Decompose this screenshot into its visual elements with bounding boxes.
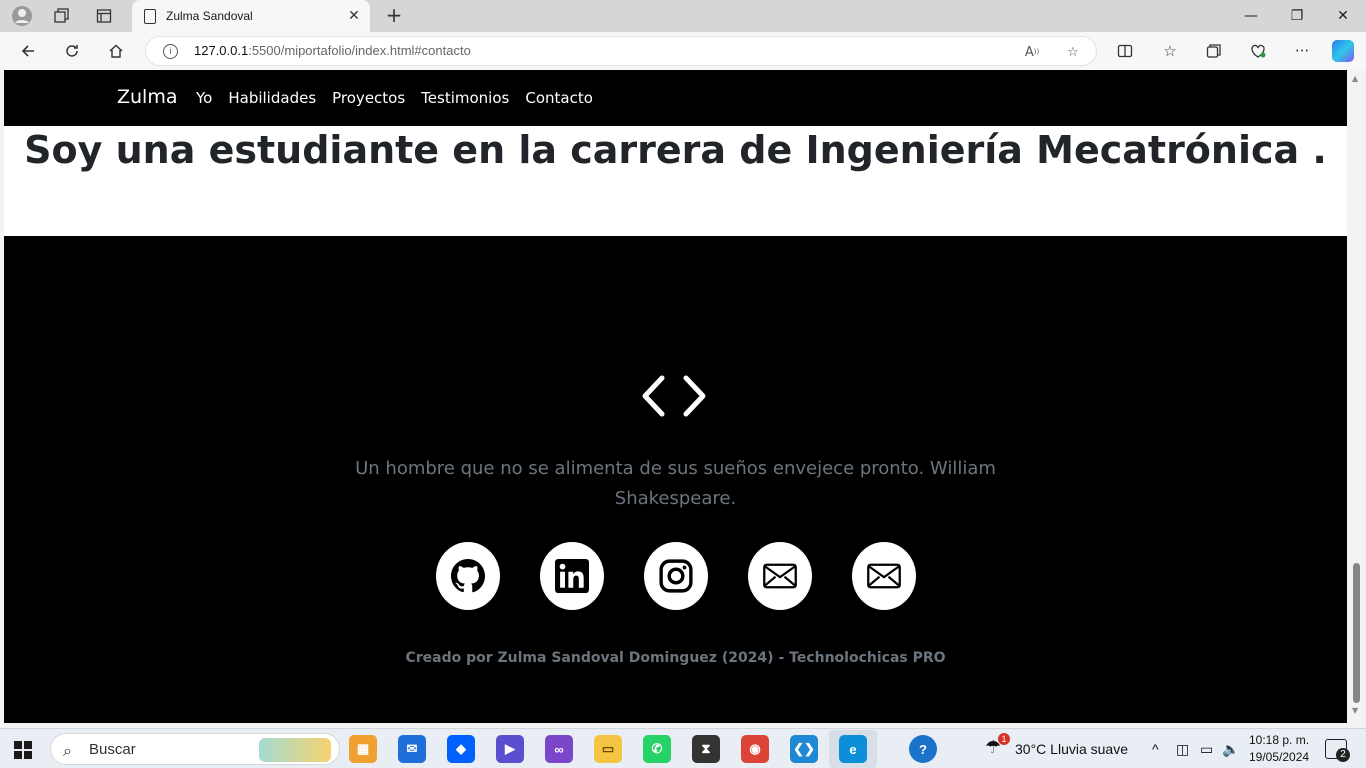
copilot-icon[interactable] — [1332, 40, 1354, 62]
search-highlight-icon — [259, 738, 331, 762]
scroll-up-icon[interactable]: ▲ — [1352, 74, 1358, 83]
code-brackets-icon — [642, 375, 706, 417]
page-favicon-icon — [144, 8, 156, 24]
url-text[interactable]: 127.0.0.1:5500/miportafolio/index.html#c… — [194, 43, 471, 58]
windows-taskbar: ⌕ Buscar ▦ ✉ ◆ ▶ ∞ ▭ ✆ ⧗ ◉ ❮❯ e ? ☂ 1 30… — [0, 728, 1366, 768]
home-icon[interactable] — [102, 38, 130, 64]
page-scrollbar[interactable]: ▲ ▼ — [1347, 70, 1366, 723]
tab-strip: Zulma Sandoval ✕ + — ❐ ✕ — [0, 0, 1366, 32]
media-player-icon[interactable]: ▶ — [496, 735, 524, 763]
instagram-link[interactable] — [644, 542, 708, 610]
taskbar-clock[interactable]: 10:18 p. m. 19/05/2024 — [1249, 732, 1309, 766]
mail-icon[interactable]: ✉ — [398, 735, 426, 763]
footer-credit: Creado por Zulma Sandoval Dominguez (202… — [405, 650, 946, 666]
close-window-icon[interactable]: ✕ — [1320, 0, 1366, 32]
browser-toolbar: i 127.0.0.1:5500/miportafolio/index.html… — [0, 32, 1366, 70]
footer-quote: Un hombre que no se alimenta de sus sueñ… — [355, 458, 996, 509]
refresh-icon[interactable] — [58, 38, 86, 64]
weather-text[interactable]: 30°C Lluvia suave — [1015, 741, 1128, 757]
chrome-icon[interactable]: ◉ — [741, 735, 769, 763]
notification-count: 2 — [1336, 748, 1350, 762]
unknown-app-icon[interactable]: ⧗ — [692, 735, 720, 763]
battery-icon[interactable]: ▭ — [1200, 741, 1213, 758]
scrollbar-thumb[interactable] — [1353, 563, 1360, 703]
email-icon — [763, 563, 797, 589]
favorite-star-icon[interactable]: ☆ — [1063, 42, 1083, 62]
site-info-icon[interactable]: i — [163, 44, 178, 59]
visual-studio-icon[interactable]: ∞ — [545, 735, 573, 763]
close-tab-icon[interactable]: ✕ — [346, 8, 362, 24]
search-icon: ⌕ — [63, 741, 72, 760]
weather-badge: 1 — [998, 733, 1010, 745]
nav-link-contacto[interactable]: Contacto — [525, 89, 593, 107]
linkedin-icon — [555, 559, 589, 593]
vscode-icon[interactable]: ❮❯ — [790, 735, 818, 763]
more-options-icon[interactable]: ··· — [1290, 40, 1314, 62]
favorites-icon[interactable]: ☆ — [1158, 40, 1182, 62]
split-screen-icon[interactable] — [1113, 40, 1137, 62]
address-bar[interactable]: i 127.0.0.1:5500/miportafolio/index.html… — [145, 36, 1097, 66]
dropbox-icon[interactable]: ◆ — [447, 735, 475, 763]
page-headline: Soy una estudiante en la carrera de Inge… — [24, 128, 1327, 172]
site-brand[interactable]: Zulma — [117, 86, 178, 108]
nav-link-yo[interactable]: Yo — [196, 89, 212, 107]
collections-icon[interactable] — [1202, 40, 1226, 62]
page-viewport: Zulma Yo Habilidades Proyectos Testimoni… — [4, 70, 1347, 723]
get-help-icon[interactable]: ? — [909, 735, 937, 763]
read-aloud-icon[interactable]: A)) — [1022, 42, 1042, 62]
site-navbar: Zulma Yo Habilidades Proyectos Testimoni… — [4, 70, 1347, 126]
taskbar-search[interactable]: ⌕ Buscar — [50, 733, 340, 765]
nav-links: Yo Habilidades Proyectos Testimonios Con… — [196, 89, 593, 107]
edge-icon[interactable]: e — [839, 735, 867, 763]
camera-icon[interactable]: ◫ — [1176, 741, 1189, 758]
email-link-secondary[interactable] — [852, 542, 916, 610]
tab-actions-icon[interactable] — [92, 4, 116, 28]
site-footer: Un hombre que no se alimenta de sus sueñ… — [4, 236, 1347, 723]
social-links — [436, 542, 916, 610]
nav-link-proyectos[interactable]: Proyectos — [332, 89, 405, 107]
tab-title: Zulma Sandoval — [166, 9, 253, 23]
browser-essentials-icon[interactable] — [1246, 40, 1270, 62]
github-link[interactable] — [436, 542, 500, 610]
profile-icon[interactable] — [10, 4, 34, 28]
clock-time: 10:18 p. m. — [1249, 733, 1310, 747]
github-icon — [451, 559, 485, 593]
show-hidden-icons-icon[interactable]: ^ — [1152, 741, 1159, 757]
instagram-icon — [659, 559, 693, 593]
email-link[interactable] — [748, 542, 812, 610]
scroll-down-icon[interactable]: ▼ — [1352, 706, 1358, 715]
windows-start-icon[interactable] — [14, 741, 32, 759]
whatsapp-icon[interactable]: ✆ — [643, 735, 671, 763]
tab-active[interactable]: Zulma Sandoval ✕ — [132, 0, 370, 32]
workspaces-icon[interactable] — [50, 4, 74, 28]
file-explorer-icon[interactable]: ▭ — [594, 735, 622, 763]
linkedin-link[interactable] — [540, 542, 604, 610]
restore-icon[interactable]: ❐ — [1274, 0, 1320, 32]
microsoft-store-icon[interactable]: ▦ — [349, 735, 377, 763]
search-placeholder: Buscar — [89, 741, 136, 758]
nav-link-testimonios[interactable]: Testimonios — [421, 89, 509, 107]
minimize-icon[interactable]: — — [1228, 0, 1274, 32]
new-tab-icon[interactable]: + — [382, 4, 406, 28]
back-icon[interactable] — [14, 38, 42, 64]
volume-icon[interactable]: 🔈 — [1222, 741, 1239, 758]
clock-date: 19/05/2024 — [1249, 750, 1310, 764]
email-icon — [867, 563, 901, 589]
nav-link-habilidades[interactable]: Habilidades — [228, 89, 316, 107]
